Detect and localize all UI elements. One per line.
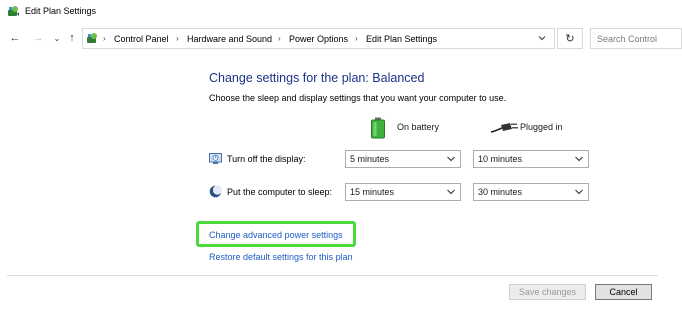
cancel-button[interactable]: Cancel xyxy=(595,284,652,300)
refresh-button[interactable]: ↻ xyxy=(557,28,583,49)
search-placeholder: Search Control xyxy=(597,34,658,44)
chevron-down-icon xyxy=(447,189,455,195)
restore-default-settings-link[interactable]: Restore default settings for this plan xyxy=(209,252,353,262)
display-icon xyxy=(209,153,222,164)
control-panel-icon xyxy=(87,33,97,43)
breadcrumb-hardware-and-sound[interactable]: Hardware and Sound xyxy=(187,34,272,44)
chevron-down-icon xyxy=(447,156,455,162)
up-arrow-icon[interactable]: ↑ xyxy=(65,31,79,45)
change-advanced-power-settings-link[interactable]: Change advanced power settings xyxy=(209,230,343,240)
search-input[interactable]: Search Control xyxy=(590,28,682,49)
title-bar: Edit Plan Settings xyxy=(0,0,682,24)
sleep-plugged-in-value: 30 minutes xyxy=(478,187,523,197)
chevron-down-icon xyxy=(575,189,583,195)
page-title: Change settings for the plan: Balanced xyxy=(209,71,425,85)
display-plugged-in-dropdown[interactable]: 10 minutes xyxy=(473,150,589,168)
chevron-down-icon xyxy=(575,156,583,162)
save-changes-button[interactable]: Save changes xyxy=(509,284,586,300)
turn-off-display-label: Turn off the display: xyxy=(227,154,306,164)
on-battery-label: On battery xyxy=(397,122,440,132)
sleep-plugged-in-dropdown[interactable]: 30 minutes xyxy=(473,183,589,201)
sleep-on-battery-value: 15 minutes xyxy=(350,187,395,197)
sleep-moon-icon xyxy=(209,185,222,198)
breadcrumb-separator-icon: › xyxy=(278,34,281,43)
breadcrumb-separator-icon: › xyxy=(103,34,106,43)
display-plugged-in-value: 10 minutes xyxy=(478,154,523,164)
forward-arrow-icon[interactable]: → xyxy=(31,31,45,45)
column-header-plugged-in: Plugged in xyxy=(490,117,590,139)
address-dropdown-icon[interactable] xyxy=(537,33,547,43)
recent-locations-chevron-icon[interactable]: ⌄ xyxy=(50,31,64,45)
address-bar[interactable]: › Control Panel › Hardware and Sound › P… xyxy=(82,28,555,49)
breadcrumb-power-options[interactable]: Power Options xyxy=(289,34,348,44)
display-on-battery-value: 5 minutes xyxy=(350,154,390,164)
breadcrumb-separator-icon: › xyxy=(176,34,179,43)
display-on-battery-dropdown[interactable]: 5 minutes xyxy=(345,150,461,168)
page-description: Choose the sleep and display settings th… xyxy=(209,93,507,103)
breadcrumb-separator-icon: › xyxy=(355,34,358,43)
column-header-on-battery: On battery xyxy=(370,117,470,139)
back-arrow-icon[interactable]: ← xyxy=(8,31,22,45)
breadcrumb-edit-plan-settings[interactable]: Edit Plan Settings xyxy=(366,34,437,44)
footer-divider xyxy=(7,275,658,276)
power-options-icon xyxy=(8,6,19,16)
plugged-in-label: Plugged in xyxy=(520,122,563,132)
put-computer-to-sleep-label: Put the computer to sleep: xyxy=(227,187,333,197)
power-plug-icon xyxy=(490,123,518,133)
sleep-on-battery-dropdown[interactable]: 15 minutes xyxy=(345,183,461,201)
breadcrumb-control-panel[interactable]: Control Panel xyxy=(114,34,169,44)
battery-icon xyxy=(371,117,385,139)
navigation-bar: ← → ⌄ ↑ › Control Panel › Hardware and S… xyxy=(0,27,682,51)
window-title: Edit Plan Settings xyxy=(25,6,97,16)
refresh-icon: ↻ xyxy=(565,33,575,45)
